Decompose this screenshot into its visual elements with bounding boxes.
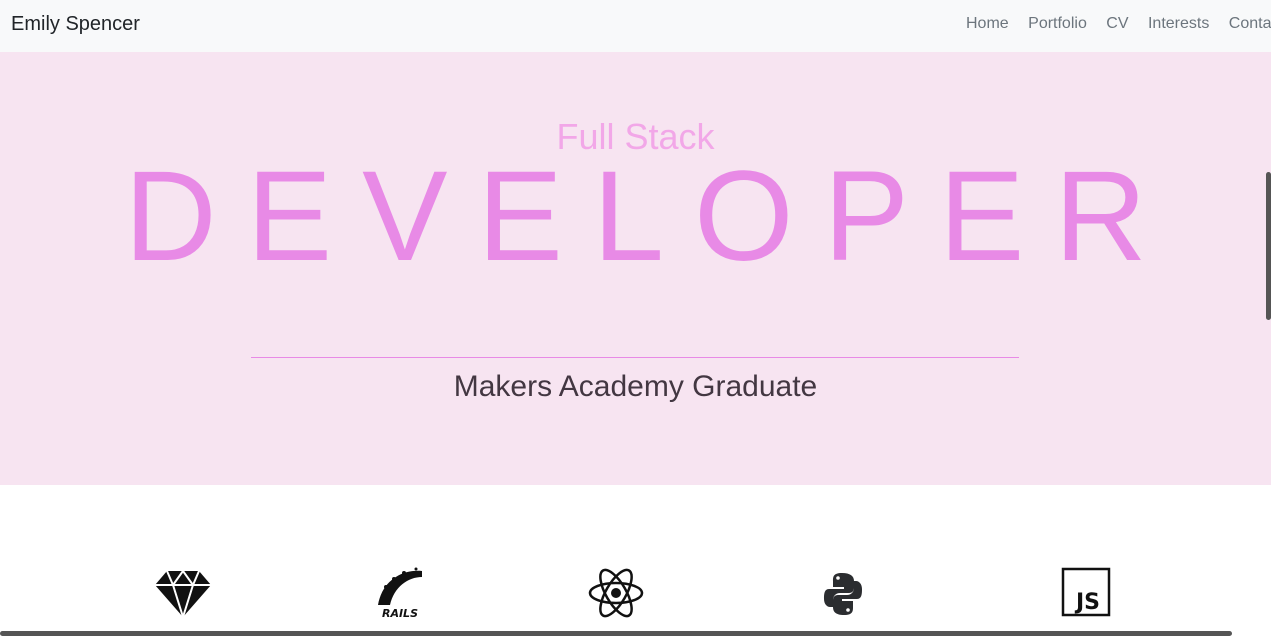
nav-link-portfolio[interactable]: Portfolio xyxy=(1028,15,1087,32)
hero-divider xyxy=(251,357,1019,358)
rails-logo-text: RAILS xyxy=(382,607,418,619)
javascript-icon: JS xyxy=(1061,567,1111,617)
javascript-logo-text: JS xyxy=(1074,590,1100,615)
nav-link-cv[interactable]: CV xyxy=(1106,15,1128,32)
nav-links: Home Portfolio CV Interests Contac xyxy=(966,14,1271,34)
brand-link[interactable]: Emily Spencer xyxy=(11,11,140,37)
vertical-scrollbar[interactable] xyxy=(1266,172,1271,320)
nav-link-interests[interactable]: Interests xyxy=(1148,15,1209,32)
hero-subtitle: Makers Academy Graduate xyxy=(453,370,818,403)
ruby-icon xyxy=(155,569,211,619)
react-icon xyxy=(588,568,644,618)
rails-icon: RAILS xyxy=(378,567,422,619)
nav-link-home[interactable]: Home xyxy=(966,15,1009,32)
nav-link-contact[interactable]: Contac xyxy=(1229,15,1271,32)
hero-headline: DEVELOPER xyxy=(124,145,1177,288)
navbar: Emily Spencer Home Portfolio CV Interest… xyxy=(0,0,1271,52)
horizontal-scrollbar[interactable] xyxy=(0,631,1232,636)
python-icon xyxy=(824,573,862,615)
hero-section: Full Stack DEVELOPER Makers Academy Grad… xyxy=(0,52,1271,485)
